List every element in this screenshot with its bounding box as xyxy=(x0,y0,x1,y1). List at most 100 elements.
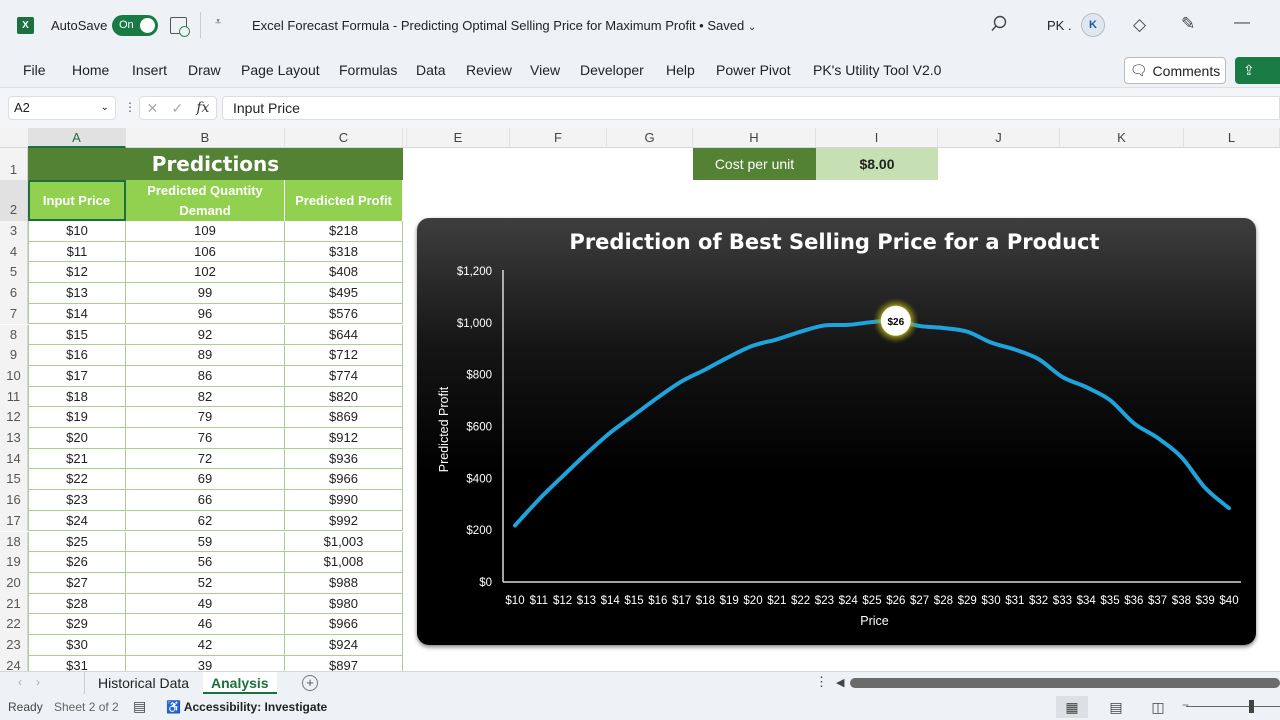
cell-predicted-profit[interactable]: $1,008 xyxy=(285,552,403,573)
cell-predicted-quantity[interactable]: 66 xyxy=(126,490,285,511)
profit-chart[interactable]: Prediction of Best Selling Price for a P… xyxy=(417,218,1256,645)
cost-per-unit-label[interactable]: Cost per unit xyxy=(693,148,816,180)
row-header[interactable]: 23 xyxy=(0,635,28,656)
cell-predicted-profit[interactable]: $988 xyxy=(285,572,403,594)
column-header-c[interactable]: C xyxy=(285,128,403,148)
cell-input-price[interactable]: $17 xyxy=(28,365,126,387)
row-header[interactable]: 24 xyxy=(0,655,28,671)
macro-recording-icon[interactable]: ▤ xyxy=(133,698,146,715)
cell-input-price[interactable]: $22 xyxy=(28,469,126,491)
cell-predicted-quantity[interactable]: 56 xyxy=(126,552,285,573)
cell-predicted-quantity[interactable]: 76 xyxy=(126,428,285,449)
cell-predicted-quantity[interactable]: 69 xyxy=(126,469,285,491)
row-header[interactable]: 10 xyxy=(0,365,28,387)
zoom-out-icon[interactable]: − xyxy=(1182,698,1189,712)
cell-input-price[interactable]: $16 xyxy=(28,345,126,366)
share-button[interactable]: ⇪ Share xyxy=(1235,57,1280,105)
row-header[interactable]: 21 xyxy=(0,593,28,615)
normal-view-button[interactable]: ▦ xyxy=(1056,696,1088,718)
autosave-toggle[interactable]: On xyxy=(112,15,158,36)
search-icon[interactable] xyxy=(990,15,1008,33)
cell-predicted-quantity[interactable]: 102 xyxy=(126,262,285,284)
tab-split-handle[interactable]: ⋮ xyxy=(815,674,828,690)
save-icon[interactable] xyxy=(170,17,190,37)
cell-predicted-quantity[interactable]: 49 xyxy=(126,593,285,615)
cell-predicted-quantity[interactable]: 96 xyxy=(126,303,285,325)
cell-predicted-profit[interactable]: $990 xyxy=(285,490,403,511)
row-header[interactable]: 3 xyxy=(0,221,28,242)
row-header[interactable]: 6 xyxy=(0,283,28,304)
more-options-icon[interactable]: ⋮ xyxy=(124,100,136,114)
cell-predicted-quantity[interactable]: 86 xyxy=(126,365,285,387)
sheet-nav-arrows[interactable]: ‹› xyxy=(18,675,54,689)
document-title[interactable]: Excel Forecast Formula - Predicting Opti… xyxy=(252,18,756,33)
tab-pk-utility-tool[interactable]: PK's Utility Tool V2.0 xyxy=(813,62,941,78)
cell-predicted-quantity[interactable]: 99 xyxy=(126,283,285,304)
tab-view[interactable]: View xyxy=(530,62,560,78)
tab-review[interactable]: Review xyxy=(466,62,512,78)
cell-input-price[interactable]: $31 xyxy=(28,655,126,671)
tab-formulas[interactable]: Formulas xyxy=(339,62,397,78)
tab-file[interactable]: File xyxy=(23,62,46,78)
tab-home[interactable]: Home xyxy=(72,62,109,78)
row-header[interactable]: 16 xyxy=(0,490,28,511)
cell-predicted-profit[interactable]: $576 xyxy=(285,303,403,325)
user-name[interactable]: PK . xyxy=(1047,18,1072,33)
cell-predicted-quantity[interactable]: 82 xyxy=(126,386,285,408)
scroll-left-icon[interactable]: ◀ xyxy=(836,676,844,689)
cell-predicted-profit[interactable]: $912 xyxy=(285,428,403,449)
enter-icon[interactable]: ✓ xyxy=(171,100,183,117)
cell-predicted-profit[interactable]: $966 xyxy=(285,614,403,635)
row-header[interactable]: 15 xyxy=(0,469,28,491)
column-header-e[interactable]: E xyxy=(407,128,510,148)
row-header[interactable]: 13 xyxy=(0,428,28,449)
column-header-g[interactable]: G xyxy=(607,128,693,148)
zoom-slider[interactable] xyxy=(1186,706,1280,707)
tab-draw[interactable]: Draw xyxy=(188,62,221,78)
cell-predicted-profit[interactable]: $992 xyxy=(285,510,403,532)
horizontal-scrollbar[interactable] xyxy=(850,678,1280,688)
cell-predicted-quantity[interactable]: 46 xyxy=(126,614,285,635)
cell-predicted-quantity[interactable]: 92 xyxy=(126,324,285,346)
minimize-icon[interactable]: — xyxy=(1234,14,1250,32)
row-header[interactable]: 18 xyxy=(0,531,28,553)
column-header-a[interactable]: A xyxy=(28,128,126,148)
cell-input-price[interactable]: $29 xyxy=(28,614,126,635)
cell-predicted-profit[interactable]: $869 xyxy=(285,407,403,428)
pen-icon[interactable]: ✎ xyxy=(1181,14,1195,34)
cell-predicted-profit[interactable]: $897 xyxy=(285,655,403,671)
row-header[interactable]: 8 xyxy=(0,324,28,346)
cell-predicted-profit[interactable]: $980 xyxy=(285,593,403,615)
zoom-slider-thumb[interactable] xyxy=(1249,700,1254,713)
column-header-b[interactable]: B xyxy=(126,128,285,148)
cell-input-price[interactable]: $10 xyxy=(28,221,126,242)
cancel-icon[interactable]: ✕ xyxy=(147,100,159,117)
cell-input-price[interactable]: $25 xyxy=(28,531,126,553)
cell-input-price[interactable]: $26 xyxy=(28,552,126,573)
header-input-price[interactable]: Input Price xyxy=(28,180,126,221)
cell-predicted-quantity[interactable]: 52 xyxy=(126,572,285,594)
cell-input-price[interactable]: $24 xyxy=(28,510,126,532)
tab-insert[interactable]: Insert xyxy=(132,62,167,78)
row-header[interactable]: 5 xyxy=(0,262,28,284)
cell-predicted-quantity[interactable]: 109 xyxy=(126,221,285,242)
diamond-icon[interactable]: ◇ xyxy=(1133,15,1146,35)
cell-predicted-profit[interactable]: $712 xyxy=(285,345,403,366)
cell-predicted-quantity[interactable]: 89 xyxy=(126,345,285,366)
cell-input-price[interactable]: $15 xyxy=(28,324,126,346)
cell-predicted-quantity[interactable]: 106 xyxy=(126,241,285,263)
column-header-i[interactable]: I xyxy=(816,128,938,148)
cell-predicted-profit[interactable]: $1,003 xyxy=(285,531,403,553)
page-break-view-button[interactable]: ◫ xyxy=(1142,696,1174,718)
cell-predicted-quantity[interactable]: 72 xyxy=(126,448,285,470)
name-box[interactable]: A2 ⌄ xyxy=(8,96,116,120)
cell-input-price[interactable]: $20 xyxy=(28,428,126,449)
cell-predicted-quantity[interactable]: 62 xyxy=(126,510,285,532)
cell-input-price[interactable]: $13 xyxy=(28,283,126,304)
row-header[interactable]: 12 xyxy=(0,407,28,428)
row-header[interactable]: 19 xyxy=(0,552,28,573)
page-layout-view-button[interactable]: ▤ xyxy=(1100,696,1132,718)
row-header[interactable]: 1 xyxy=(0,148,28,180)
cell-input-price[interactable]: $18 xyxy=(28,386,126,408)
row-header[interactable]: 4 xyxy=(0,241,28,263)
